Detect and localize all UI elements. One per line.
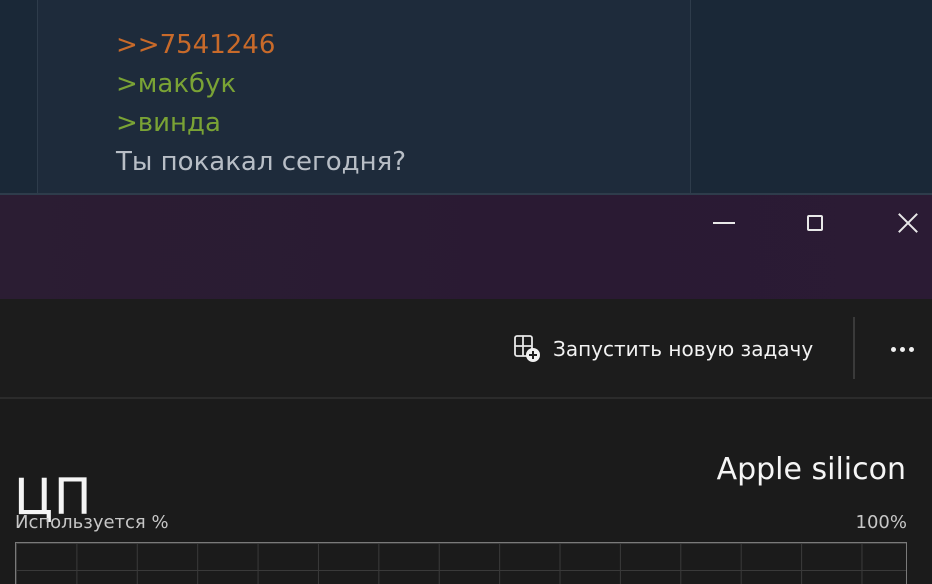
more-dot bbox=[908, 346, 914, 352]
more-dot bbox=[899, 346, 905, 352]
task-manager-titlebar bbox=[0, 195, 932, 299]
cpu-model-name: Apple silicon bbox=[716, 452, 906, 487]
maximize-icon bbox=[807, 215, 823, 231]
close-button[interactable] bbox=[884, 199, 932, 247]
post-reply-link[interactable]: >>7541246 bbox=[116, 26, 406, 65]
cpu-performance-panel: ЦП Apple silicon Используется % 100% bbox=[0, 400, 932, 584]
post-lines: >>7541246 >макбук >винда Ты покакал сего… bbox=[116, 26, 406, 182]
more-options-icon bbox=[890, 346, 914, 352]
close-icon bbox=[897, 212, 919, 234]
new-task-icon bbox=[514, 335, 540, 362]
minimize-button[interactable] bbox=[700, 199, 748, 247]
cpu-usage-graph bbox=[15, 542, 907, 584]
command-divider bbox=[853, 317, 855, 379]
imageboard-background: >>7541246 >макбук >винда Ты покакал сего… bbox=[0, 0, 932, 195]
minimize-icon bbox=[713, 222, 735, 224]
more-options-button[interactable] bbox=[876, 327, 928, 371]
post-quote-line: >винда bbox=[116, 108, 221, 138]
command-bar: Запустить новую задачу bbox=[0, 299, 932, 399]
cpu-usage-max-label: 100% bbox=[855, 512, 907, 533]
run-new-task-label: Запустить новую задачу bbox=[553, 337, 814, 361]
cpu-usage-axis-label: Используется % bbox=[15, 512, 169, 533]
screen-root: >>7541246 >макбук >винда Ты покакал сего… bbox=[0, 0, 932, 584]
maximize-button[interactable] bbox=[791, 199, 839, 247]
post-card: >>7541246 >макбук >винда Ты покакал сего… bbox=[37, 0, 691, 193]
run-new-task-button[interactable]: Запустить новую задачу bbox=[507, 327, 819, 371]
more-dot bbox=[890, 346, 896, 352]
post-quote-line: >макбук bbox=[116, 69, 237, 99]
post-message-line: Ты покакал сегодня? bbox=[116, 147, 407, 177]
